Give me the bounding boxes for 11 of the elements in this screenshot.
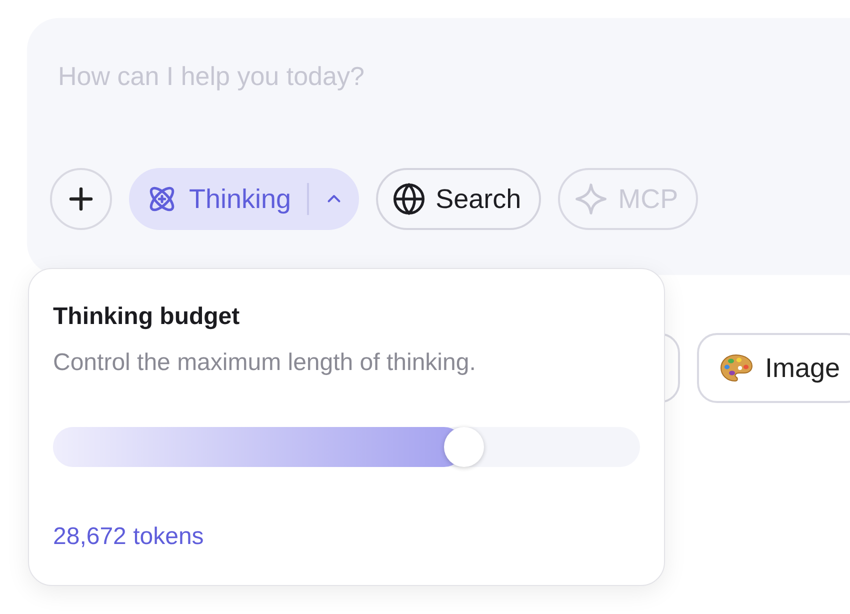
token-count: 28,672 tokens bbox=[53, 523, 205, 551]
globe-icon bbox=[392, 182, 426, 216]
slider-thumb[interactable] bbox=[444, 427, 484, 467]
popover-title: Thinking budget bbox=[53, 303, 241, 331]
sparkle-icon bbox=[574, 182, 608, 216]
popover-description: Control the maximum length of thinking. bbox=[53, 349, 477, 377]
palette-icon bbox=[719, 353, 753, 383]
thinking-button[interactable]: Thinking bbox=[129, 168, 359, 230]
image-chip[interactable]: Image bbox=[697, 333, 850, 403]
search-button[interactable]: Search bbox=[376, 168, 542, 230]
budget-slider[interactable] bbox=[53, 427, 640, 467]
